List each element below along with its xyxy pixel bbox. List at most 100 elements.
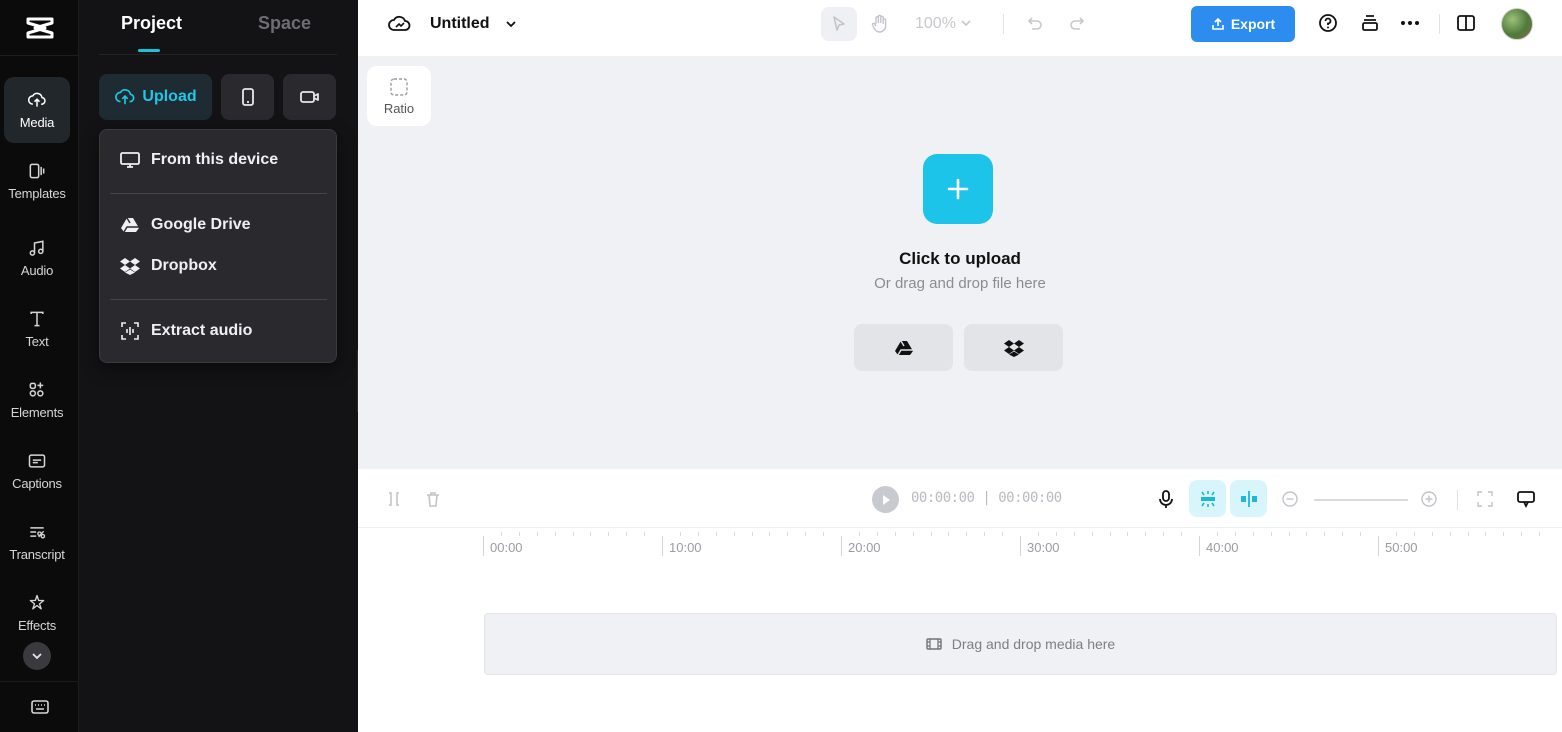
ruler-minor-tick: [1163, 532, 1165, 536]
current-time: 00:00:00: [911, 490, 975, 506]
ruler-minor-tick: [1252, 532, 1254, 536]
ratio-button[interactable]: Ratio: [367, 66, 431, 126]
templates-icon: [29, 163, 45, 179]
chevron-down-icon: [32, 653, 42, 660]
dropdown-divider: [110, 299, 327, 300]
phone-upload-button[interactable]: [221, 74, 274, 120]
active-tab-indicator: [138, 49, 160, 52]
ruler-minor-tick: [1431, 532, 1433, 536]
rail-more-button[interactable]: [23, 642, 51, 670]
more-options-button[interactable]: [1399, 12, 1421, 34]
ruler-tick: [1020, 536, 1021, 556]
ruler-minor-tick: [1539, 532, 1541, 536]
timeline-toolbar: 00:00:00 | 00:00:00: [358, 469, 1562, 528]
layers-button[interactable]: [1359, 12, 1381, 34]
dropbox-option[interactable]: Dropbox: [120, 254, 217, 278]
feedback-button[interactable]: [1515, 488, 1537, 510]
ruler-minor-tick: [733, 532, 735, 536]
rail-item-elements[interactable]: Elements: [4, 367, 70, 433]
project-title[interactable]: Untitled: [430, 15, 490, 33]
dropbox-icon: [120, 258, 140, 275]
chevron-down-icon: [961, 20, 971, 27]
rail-item-transcript[interactable]: Transcript: [4, 509, 70, 575]
rail-item-label: Transcript: [9, 547, 65, 562]
ruler-minor-tick: [1521, 532, 1523, 536]
zoom-dropdown[interactable]: 100%: [915, 15, 972, 33]
play-button[interactable]: [872, 486, 899, 513]
ruler-minor-tick: [1091, 532, 1093, 536]
upload-label: Upload: [142, 88, 197, 105]
upload-subtitle: Or drag and drop file here: [874, 275, 1046, 292]
rail-item-templates[interactable]: Templates: [4, 148, 70, 214]
extract-audio-icon: [121, 322, 139, 340]
help-icon: [1319, 14, 1337, 32]
undo-icon: [1027, 17, 1042, 30]
fullscreen-icon: [1477, 491, 1493, 507]
rail-item-label: Captions: [12, 476, 62, 491]
record-button[interactable]: [283, 74, 336, 120]
hand-tool-button[interactable]: [862, 7, 898, 41]
trash-icon: [427, 492, 439, 507]
media-drop-zone[interactable]: Drag and drop media here: [484, 613, 1557, 675]
keyboard-shortcuts-button[interactable]: [0, 681, 79, 732]
dropbox-label: Dropbox: [151, 257, 217, 274]
hand-icon: [871, 14, 887, 33]
auto-snap-button[interactable]: [1189, 480, 1226, 517]
redo-button[interactable]: [1066, 12, 1088, 34]
record-voiceover-button[interactable]: [1155, 488, 1177, 510]
from-device-option[interactable]: From this device: [120, 148, 278, 172]
microphone-icon: [1159, 490, 1173, 508]
ruler-minor-tick: [769, 532, 771, 536]
drop-zone-text: Drag and drop media here: [951, 636, 1116, 652]
ruler-tick: [483, 536, 484, 556]
total-time: 00:00:00: [998, 490, 1062, 506]
timeline-zoom-slider[interactable]: [1314, 499, 1408, 501]
select-tool-button[interactable]: [821, 7, 857, 41]
tab-project[interactable]: Project: [121, 13, 182, 34]
ruler-minor-tick: [858, 532, 860, 536]
export-button[interactable]: Export: [1191, 6, 1295, 42]
rail-item-effects[interactable]: Effects: [4, 580, 70, 646]
google-drive-option[interactable]: Google Drive: [120, 213, 251, 237]
split-icon: [389, 492, 399, 506]
rail-item-media[interactable]: Media: [4, 77, 70, 143]
zoom-out-button[interactable]: [1279, 488, 1301, 510]
chevron-down-icon[interactable]: [504, 17, 518, 31]
ruler-minor-tick: [536, 532, 538, 536]
upload-button[interactable]: Upload: [99, 74, 212, 120]
ruler-minor-tick: [1288, 532, 1290, 536]
ruler-minor-tick: [1127, 532, 1129, 536]
rail-item-text[interactable]: Text: [4, 296, 70, 362]
undo-button[interactable]: [1024, 12, 1046, 34]
ruler-minor-tick: [1324, 532, 1326, 536]
delete-button[interactable]: [422, 488, 444, 510]
ruler-minor-tick: [787, 532, 789, 536]
dropbox-icon: [1003, 339, 1024, 357]
layout-toggle-button[interactable]: [1455, 12, 1477, 34]
ruler-minor-tick: [876, 532, 878, 536]
rail-item-label: Audio: [20, 263, 54, 278]
rail-item-audio[interactable]: Audio: [4, 225, 70, 291]
rail-item-captions[interactable]: Captions: [4, 438, 70, 504]
main-track-magnet-button[interactable]: [1230, 480, 1267, 517]
redo-icon: [1070, 17, 1085, 30]
split-button[interactable]: [383, 488, 405, 510]
ruler-tick: [662, 536, 663, 556]
add-media-button[interactable]: [923, 154, 993, 224]
ruler-minor-tick: [1181, 532, 1183, 536]
avatar[interactable]: [1501, 8, 1533, 40]
zoom-in-button[interactable]: [1418, 488, 1440, 510]
tab-space[interactable]: Space: [258, 13, 311, 34]
ruler-minor-tick: [644, 532, 646, 536]
dropdown-divider: [110, 193, 327, 194]
fit-timeline-button[interactable]: [1474, 488, 1496, 510]
dropbox-button[interactable]: [964, 324, 1063, 371]
ruler-minor-tick: [1413, 532, 1415, 536]
help-button[interactable]: [1317, 12, 1339, 34]
google-drive-button[interactable]: [854, 324, 953, 371]
extract-audio-option[interactable]: Extract audio: [120, 319, 252, 343]
ruler-minor-tick: [572, 532, 574, 536]
timecode: 00:00:00 | 00:00:00: [911, 490, 1062, 506]
capcut-logo[interactable]: [0, 0, 79, 56]
ruler-minor-tick: [608, 532, 610, 536]
